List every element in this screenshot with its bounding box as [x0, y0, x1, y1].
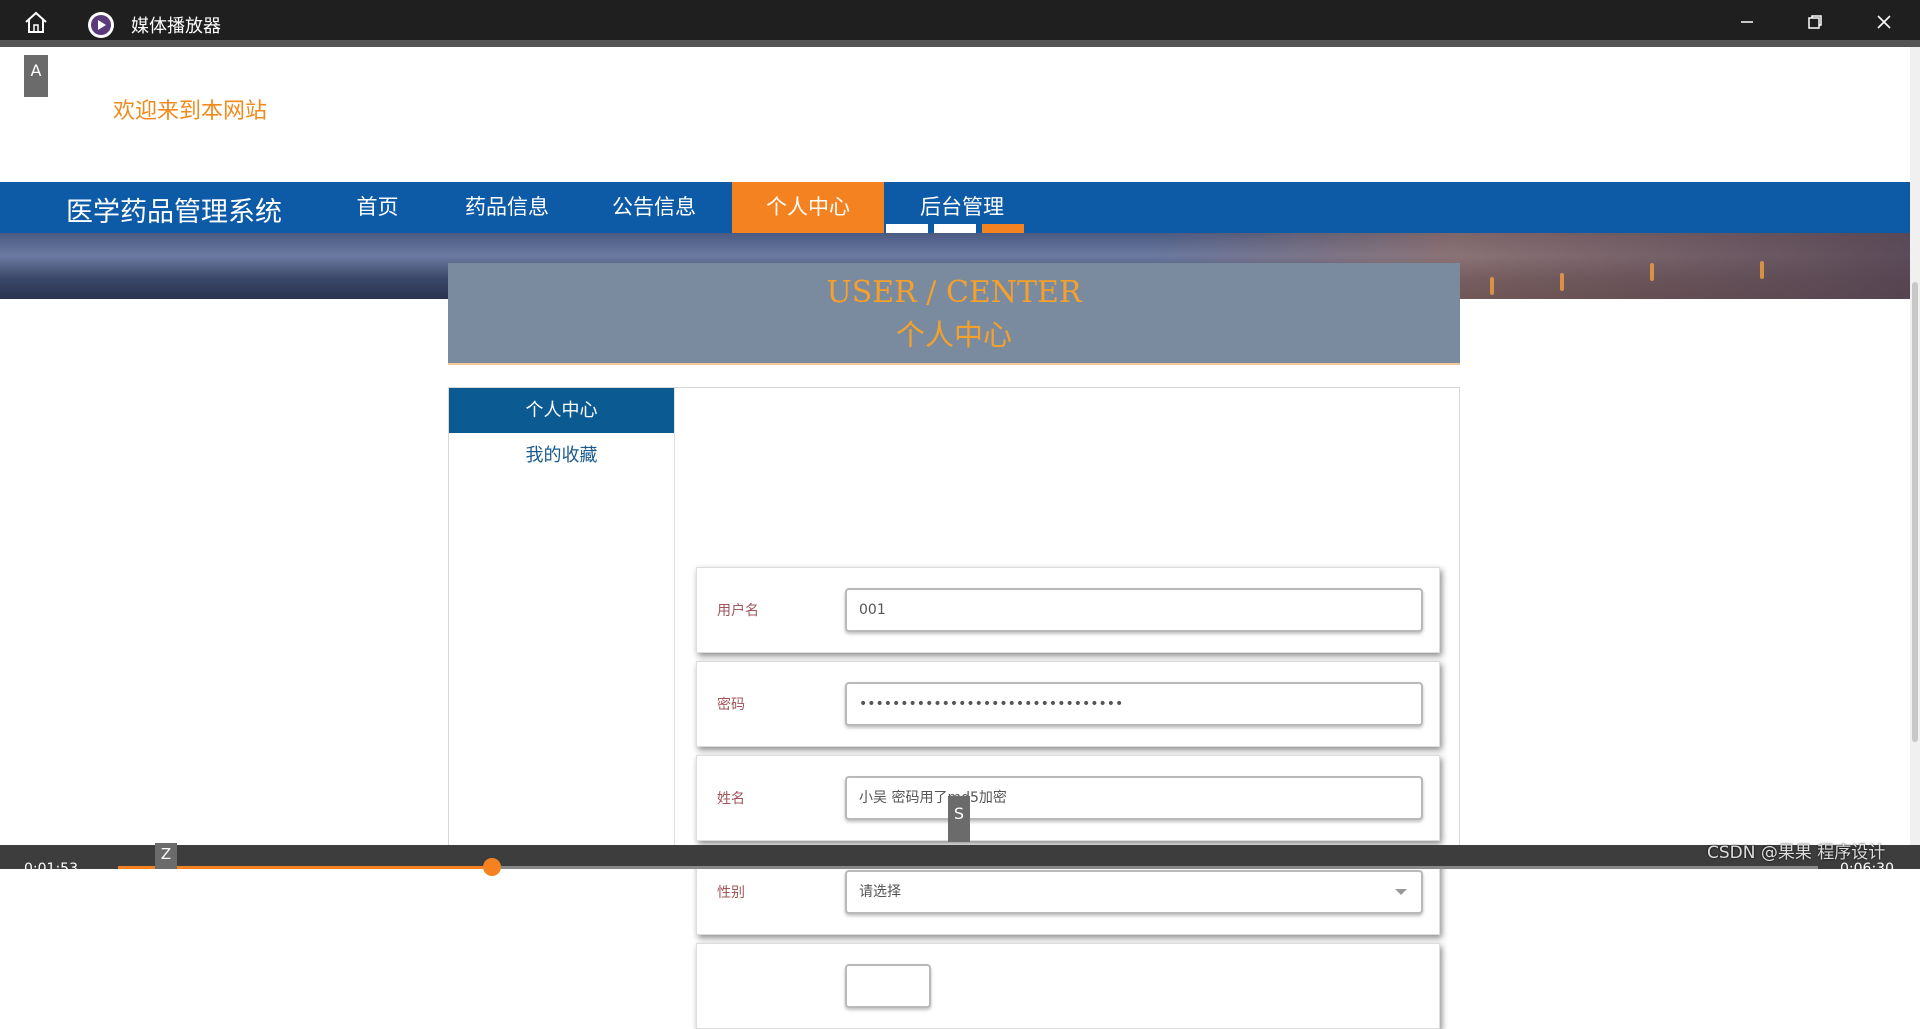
carousel-dot[interactable] [934, 224, 976, 233]
page-scrollbar[interactable] [1910, 47, 1920, 847]
header-english: USER / CENTER [826, 275, 1082, 310]
nav-user-center[interactable]: 个人中心 [732, 182, 884, 233]
name-label: 姓名 [717, 791, 745, 807]
home-icon[interactable] [22, 10, 50, 34]
player-controls: 0:01:53 0:06:30 [0, 845, 1920, 877]
password-label: 密码 [717, 697, 745, 713]
site-brand: 医学药品管理系统 [66, 197, 282, 228]
nav-drug-info[interactable]: 药品信息 [457, 182, 557, 233]
side-menu: 个人中心 我的收藏 [449, 388, 675, 868]
seek-handle[interactable] [483, 858, 501, 876]
carousel-dot-active[interactable] [982, 224, 1024, 233]
nav-notice-info[interactable]: 公告信息 [602, 182, 706, 233]
nav-home[interactable]: 首页 [340, 182, 415, 233]
welcome-text: 欢迎来到本网站 [113, 99, 268, 124]
window-title: 媒体播放器 [131, 16, 221, 37]
username-input[interactable]: 001 [845, 588, 1423, 632]
user-center-panel: 个人中心 我的收藏 用户名 001 密码 •••••••••••••••••••… [448, 387, 1460, 1029]
header-chinese: 个人中心 [895, 318, 1012, 352]
gender-select[interactable]: 请选择 [845, 870, 1423, 914]
next-field[interactable] [845, 964, 931, 1008]
name-input[interactable]: 小吴 密码用了md5加密 [845, 776, 1423, 820]
overlay-badge-z: Z [155, 843, 177, 869]
scrollbar-thumb[interactable] [1912, 282, 1918, 742]
time-elapsed: 0:01:53 [24, 861, 78, 877]
carousel-indicators [886, 224, 1024, 233]
player-divider [0, 40, 1920, 47]
overlay-badge-s: S [948, 796, 970, 842]
close-icon[interactable] [1870, 8, 1898, 36]
username-label: 用户名 [717, 603, 759, 619]
carousel-dot[interactable] [886, 224, 928, 233]
minimize-icon[interactable] [1733, 8, 1761, 36]
media-player-app-icon [88, 12, 114, 38]
csdn-watermark: CSDN @果果 程序设计 [1707, 843, 1886, 863]
player-titlebar: 媒体播放器 [0, 0, 1920, 40]
form-row-name: 姓名 小吴 密码用了md5加密 [696, 755, 1440, 841]
form-row-username: 用户名 001 [696, 567, 1440, 653]
form-row-password: 密码 •••••••••••••••••••••••••••••••• [696, 661, 1440, 747]
user-center-header: USER / CENTER 个人中心 [448, 263, 1460, 365]
side-item-favorites[interactable]: 我的收藏 [449, 433, 674, 478]
form-row-next [696, 943, 1440, 1029]
restore-icon[interactable] [1801, 8, 1829, 36]
overlay-badge-a: A [24, 55, 48, 97]
password-input[interactable]: •••••••••••••••••••••••••••••••• [845, 682, 1423, 726]
time-total: 0:06:30 [1840, 861, 1894, 877]
side-item-user-center[interactable]: 个人中心 [449, 388, 674, 433]
